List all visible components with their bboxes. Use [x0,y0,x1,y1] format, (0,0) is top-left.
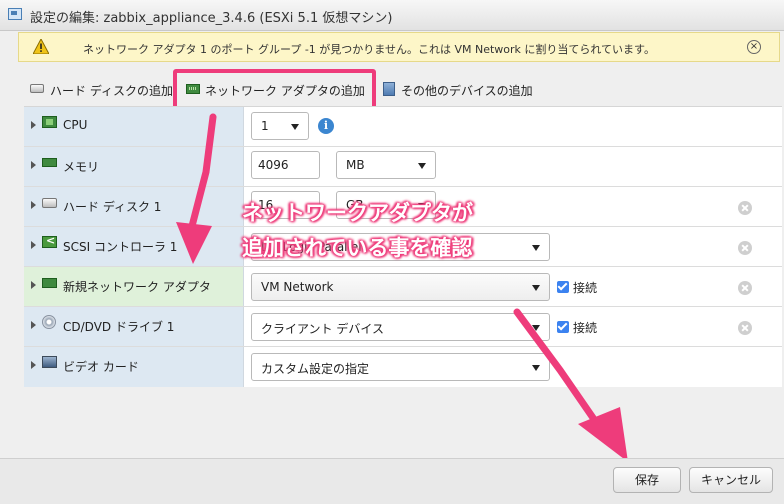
memory-icon [42,158,57,167]
highlight-frame [173,69,376,110]
device-row-cd-dvd: CD/DVD ドライブ 1 クライアント デバイス 接続 [24,307,782,347]
dialog-footer: 保存 キャンセル [0,458,784,504]
device-name: CD/DVD ドライブ 1 [63,320,175,334]
edit-settings-dialog: 設定の編集: zabbix_appliance_3.4.6 (ESXi 5.1 … [0,0,784,504]
device-label-cell: メモリ [24,147,244,186]
cpu-count-select[interactable]: 1 [251,112,309,140]
device-name: ハード ディスク 1 [63,200,162,214]
expand-arrow-icon[interactable] [31,161,36,169]
network-value: VM Network [261,280,334,294]
other-device-icon [383,82,395,96]
device-label-cell: ビデオ カード [24,347,244,387]
device-row-cpu: CPU 1 i [24,107,782,147]
title-bar: 設定の編集: zabbix_appliance_3.4.6 (ESXi 5.1 … [0,0,784,31]
device-name: ビデオ カード [63,360,139,374]
cancel-button[interactable]: キャンセル [689,467,773,493]
device-label-cell: SCSI コントローラ 1 [24,227,244,266]
chevron-down-icon [532,245,540,251]
add-hard-disk-label: ハード ディスクの追加 [50,84,173,98]
video-settings-value: カスタム設定の指定 [261,362,370,376]
device-label-cell: ハード ディスク 1 [24,187,244,226]
add-other-device-label: その他のデバイスの追加 [401,84,533,98]
device-toolbar: ハード ディスクの追加 ネットワーク アダプタの追加 その他のデバイスの追加 [0,75,784,103]
device-label-cell: 新規ネットワーク アダプタ [24,267,244,306]
cd-icon [42,315,56,329]
remove-device-icon[interactable] [738,241,752,255]
cd-source-select[interactable]: クライアント デバイス [251,313,550,341]
chevron-down-icon [532,325,540,331]
device-label-cell: CD/DVD ドライブ 1 [24,307,244,346]
memory-unit-value: MB [346,158,365,172]
scsi-icon [42,234,57,248]
memory-amount-input[interactable]: 4096 [251,151,320,179]
info-icon[interactable]: i [318,118,334,134]
annotation-line-1: ネットワークアダプタが [242,201,473,225]
memory-unit-select[interactable]: MB [336,151,436,179]
expand-arrow-icon[interactable] [31,121,36,129]
expand-arrow-icon[interactable] [31,321,36,329]
device-name: CPU [63,118,88,132]
connect-checkbox[interactable] [557,281,569,293]
warning-message: ネットワーク アダプタ 1 のポート グループ -1 が見つかりません。これは … [83,43,655,56]
chevron-down-icon [418,163,426,169]
device-row-new-network-adapter: 新規ネットワーク アダプタ VM Network 接続 [24,267,782,307]
connect-label: 接続 [573,281,598,295]
warning-close-icon[interactable]: × [747,40,761,54]
hard-disk-icon [30,84,44,93]
remove-device-icon[interactable] [738,321,752,335]
chevron-down-icon [532,285,540,291]
remove-device-icon[interactable] [738,281,752,295]
device-label-cell: CPU [24,107,244,146]
video-settings-select[interactable]: カスタム設定の指定 [251,353,550,381]
vm-window-icon [8,8,22,20]
chevron-down-icon [291,124,299,130]
network-adapter-icon [42,278,57,288]
warning-icon [33,39,49,54]
video-card-icon [42,356,57,368]
device-row-video-card: ビデオ カード カスタム設定の指定 [24,347,782,387]
annotation-line-2: 追加されている事を確認 [242,236,473,260]
expand-arrow-icon[interactable] [31,361,36,369]
device-name: SCSI コントローラ 1 [63,240,178,254]
warning-banner: ネットワーク アダプタ 1 のポート グループ -1 が見つかりません。これは … [18,32,780,62]
remove-device-icon[interactable] [738,201,752,215]
arrow-head-2 [578,407,628,462]
expand-arrow-icon[interactable] [31,241,36,249]
connect-checkbox[interactable] [557,321,569,333]
window-title: 設定の編集: zabbix_appliance_3.4.6 (ESXi 5.1 … [30,11,393,26]
network-select[interactable]: VM Network [251,273,550,301]
device-name: 新規ネットワーク アダプタ [63,280,211,294]
add-hard-disk-button[interactable]: ハード ディスクの追加 [30,81,173,99]
device-row-memory: メモリ 4096 MB [24,147,782,187]
cpu-icon [42,116,57,128]
expand-arrow-icon[interactable] [31,201,36,209]
disk-icon [42,198,57,208]
device-name: メモリ [63,160,100,174]
connect-label: 接続 [573,321,598,335]
chevron-down-icon [532,365,540,371]
memory-amount-value: 4096 [258,158,289,172]
save-button[interactable]: 保存 [613,467,681,493]
cd-source-value: クライアント デバイス [261,322,384,336]
cpu-count-value: 1 [261,119,269,133]
add-other-device-button[interactable]: その他のデバイスの追加 [383,81,543,99]
expand-arrow-icon[interactable] [31,281,36,289]
